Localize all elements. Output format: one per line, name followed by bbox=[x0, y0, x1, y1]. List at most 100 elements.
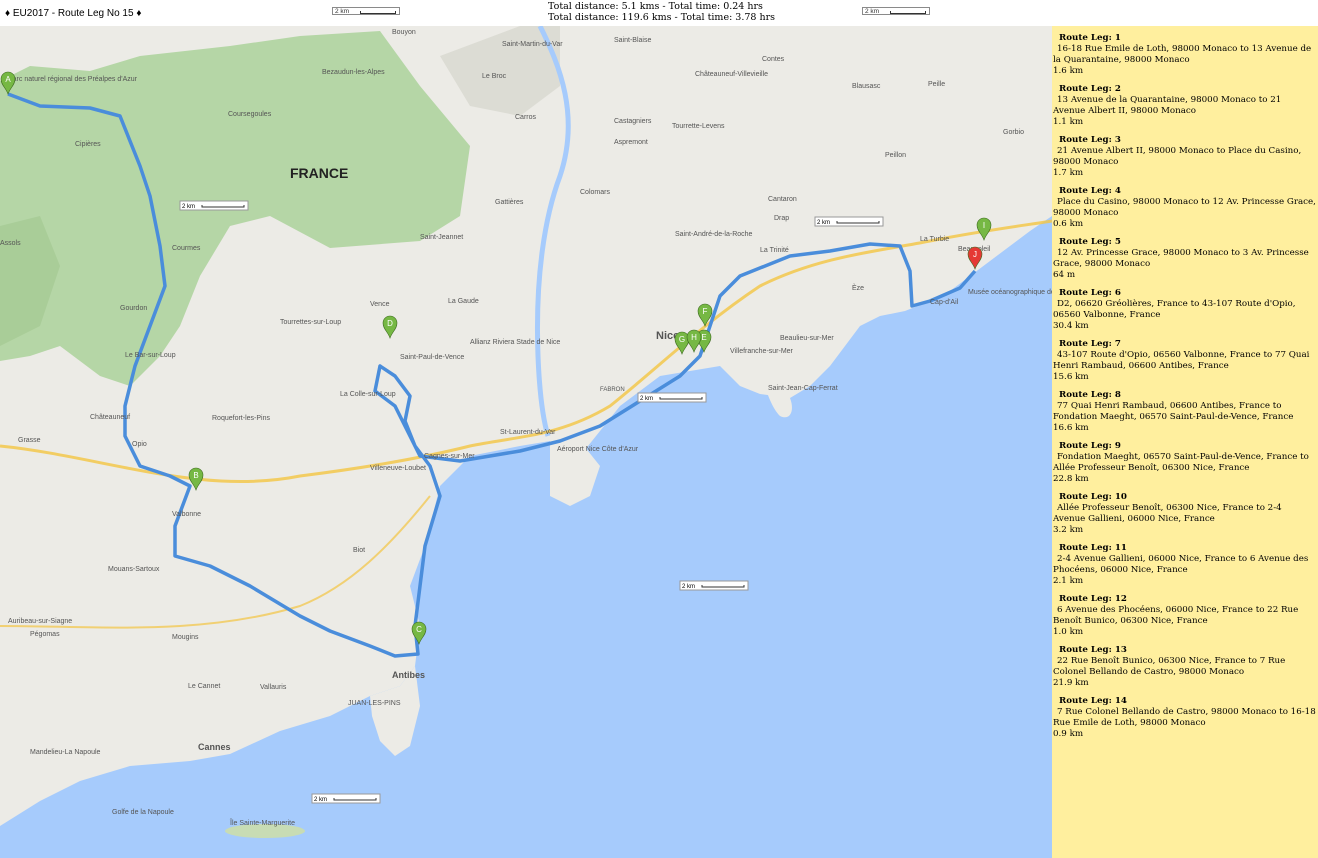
map-place-label: Vence bbox=[370, 301, 390, 308]
map-place-label: Cagnes-sur-Mer bbox=[424, 453, 475, 460]
leg-description: 2-4 Avenue Gallieni, 06000 Nice, France … bbox=[1053, 554, 1309, 575]
route-leg-item: Route Leg: 3 21 Avenue Albert II, 98000 M… bbox=[1052, 128, 1318, 179]
leg-title: Route Leg: 11 bbox=[1059, 543, 1127, 553]
leg-distance: 0.6 km bbox=[1053, 219, 1084, 229]
map-place-label: Saint-Paul-de-Vence bbox=[400, 354, 464, 361]
svg-text:F: F bbox=[703, 307, 708, 316]
map-place-label: Cannes bbox=[198, 742, 231, 752]
map-place-label: Gorbio bbox=[1003, 129, 1024, 136]
leg-distance: 30.4 km bbox=[1053, 321, 1089, 331]
map-place-label: FABRON bbox=[600, 387, 625, 393]
route-legs-panel: Route Leg: 1 16-18 Rue Emile de Loth, 980… bbox=[1052, 26, 1318, 858]
totals-leg: Total distance: 5.1 kms - Total time: 0.… bbox=[548, 1, 763, 12]
map-place-label: Saint-Jean-Cap-Ferrat bbox=[768, 385, 838, 392]
map-place-label: Mouans-Sartoux bbox=[108, 566, 160, 573]
map-place-label: Le Bar-sur-Loup bbox=[125, 352, 176, 359]
svg-text:2 km: 2 km bbox=[682, 584, 695, 590]
leg-description: 13 Avenue de la Quarantaine, 98000 Monac… bbox=[1053, 95, 1282, 116]
scale-bar: 2 km bbox=[637, 392, 707, 403]
leg-description: 21 Avenue Albert II, 98000 Monaco to Pla… bbox=[1053, 146, 1302, 167]
svg-text:B: B bbox=[193, 471, 198, 480]
leg-title: Route Leg: 7 bbox=[1059, 339, 1121, 349]
route-leg-item: Route Leg: 12 6 Avenue des Phocéens, 0600… bbox=[1052, 587, 1318, 638]
leg-title: Route Leg: 13 bbox=[1059, 645, 1127, 655]
svg-text:J: J bbox=[973, 250, 977, 259]
scale-bar: 2 km bbox=[311, 793, 381, 804]
map-place-label: Villeneuve-Loubet bbox=[370, 465, 426, 472]
map-place-label: Roquefort-les-Pins bbox=[212, 415, 270, 422]
map-place-label: Carros bbox=[515, 114, 537, 121]
map-place-label: Villefranche-sur-Mer bbox=[730, 348, 794, 355]
route-leg-item: Route Leg: 6 D2, 06620 Gréolières, France… bbox=[1052, 281, 1318, 332]
leg-title: Route Leg: 8 bbox=[1059, 390, 1121, 400]
leg-distance: 1.6 km bbox=[1053, 66, 1084, 76]
leg-title: Route Leg: 1 bbox=[1059, 33, 1121, 43]
map-place-label: Blausasc bbox=[852, 83, 881, 90]
leg-description: 77 Quai Henri Rambaud, 06600 Antibes, Fr… bbox=[1053, 401, 1294, 422]
route-leg-item: Route Leg: 1 16-18 Rue Emile de Loth, 980… bbox=[1052, 26, 1318, 77]
scale-bar: 2 km bbox=[679, 580, 749, 591]
diamond-icon: ♦ bbox=[136, 8, 142, 19]
map-place-label: Drap bbox=[774, 215, 789, 222]
title-text: EU2017 - Route Leg No 15 bbox=[12, 8, 134, 19]
route-leg-item: Route Leg: 2 13 Avenue de la Quarantaine,… bbox=[1052, 77, 1318, 128]
route-leg-item: Route Leg: 11 2-4 Avenue Gallieni, 06000 … bbox=[1052, 536, 1318, 587]
svg-text:2 km: 2 km bbox=[640, 396, 653, 402]
window-title: ♦ EU2017 - Route Leg No 15 ♦ bbox=[5, 8, 141, 19]
totals-trip: Total distance: 119.6 kms - Total time: … bbox=[548, 12, 775, 23]
map-place-label: Golfe de la Napoule bbox=[112, 809, 174, 816]
map-place-label: Grasse bbox=[18, 437, 41, 444]
map-canvas[interactable]: Parc naturel régional des Préalpes d'Azu… bbox=[0, 26, 1052, 858]
leg-title: Route Leg: 5 bbox=[1059, 237, 1121, 247]
map-place-label: Valbonne bbox=[172, 511, 201, 518]
leg-title: Route Leg: 10 bbox=[1059, 492, 1127, 502]
map-place-label: Biot bbox=[353, 547, 365, 554]
map-place-label: Aéroport Nice Côte d'Azur bbox=[557, 446, 639, 453]
route-leg-item: Route Leg: 8 77 Quai Henri Rambaud, 06600… bbox=[1052, 383, 1318, 434]
map-place-label: Mougins bbox=[172, 634, 199, 641]
diamond-icon: ♦ bbox=[5, 8, 11, 19]
map-view[interactable]: Parc naturel régional des Préalpes d'Azu… bbox=[0, 26, 1052, 858]
scale-bar: 2 km bbox=[862, 7, 930, 15]
map-place-label: Châteauneuf-Villevieille bbox=[695, 71, 768, 78]
leg-title: Route Leg: 6 bbox=[1059, 288, 1121, 298]
map-place-label: JUAN-LES-PINS bbox=[348, 700, 401, 707]
leg-distance: 22.8 km bbox=[1053, 474, 1089, 484]
leg-description: 43-107 Route d'Opio, 06560 Valbonne, Fra… bbox=[1053, 350, 1310, 371]
country-label: FRANCE bbox=[290, 165, 348, 181]
leg-description: Place du Casino, 98000 Monaco to 12 Av. … bbox=[1053, 197, 1316, 218]
leg-distance: 1.1 km bbox=[1053, 117, 1084, 127]
map-place-label: La Turbie bbox=[920, 236, 949, 243]
svg-text:2 km: 2 km bbox=[314, 797, 327, 803]
map-place-label: Saint-Jeannet bbox=[420, 234, 463, 241]
map-place-label: Musée océanographique de Monaco bbox=[968, 289, 1052, 296]
map-place-label: Cap-d'Ail bbox=[930, 299, 959, 306]
route-leg-item: Route Leg: 13 22 Rue Benoît Bunico, 06300… bbox=[1052, 638, 1318, 689]
leg-description: D2, 06620 Gréolières, France to 43-107 R… bbox=[1053, 299, 1296, 320]
svg-text:C: C bbox=[416, 625, 422, 634]
totals: Total distance: 5.1 kms - Total time: 0.… bbox=[548, 1, 775, 23]
svg-text:D: D bbox=[387, 319, 393, 328]
leg-description: 7 Rue Colonel Bellando de Castro, 98000 … bbox=[1053, 707, 1316, 728]
map-place-label: Parc naturel régional des Préalpes d'Azu… bbox=[8, 76, 138, 83]
svg-text:I: I bbox=[983, 221, 985, 230]
route-leg-item: Route Leg: 7 43-107 Route d'Opio, 06560 V… bbox=[1052, 332, 1318, 383]
map-place-label: Castagniers bbox=[614, 118, 652, 125]
svg-text:2 km: 2 km bbox=[817, 220, 830, 226]
scale-bar: 2 km bbox=[814, 216, 884, 227]
map-place-label: Assols bbox=[0, 240, 21, 247]
leg-distance: 15.6 km bbox=[1053, 372, 1089, 382]
leg-distance: 64 m bbox=[1053, 270, 1076, 280]
svg-text:2 km: 2 km bbox=[182, 204, 195, 210]
map-place-label: La Trinité bbox=[760, 247, 789, 254]
map-place-label: Le Broc bbox=[482, 73, 507, 80]
map-place-label: Cantaron bbox=[768, 196, 797, 203]
map-place-label: La Gaude bbox=[448, 298, 479, 305]
map-place-label: Île Sainte-Marguerite bbox=[229, 818, 295, 827]
map-place-label: Coursegoules bbox=[228, 111, 272, 118]
leg-title: Route Leg: 2 bbox=[1059, 84, 1121, 94]
svg-text:E: E bbox=[701, 333, 706, 342]
map-place-label: Beaulieu-sur-Mer bbox=[780, 335, 834, 342]
map-place-label: St-Laurent-du-Var bbox=[500, 429, 556, 436]
map-place-label: Gourdon bbox=[120, 305, 147, 312]
